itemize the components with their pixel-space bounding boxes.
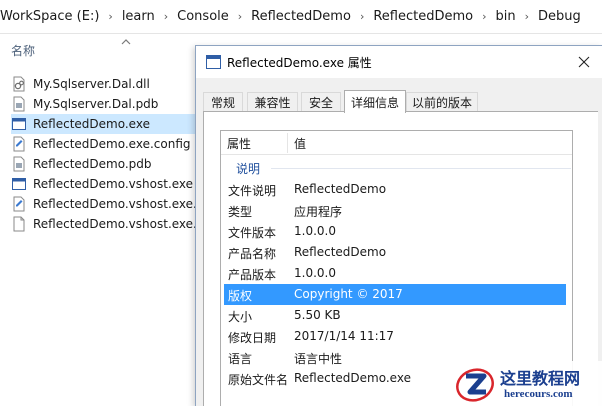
chevron-right-icon[interactable]: › bbox=[482, 10, 486, 23]
property-value: 应用程序 bbox=[294, 205, 343, 219]
property-name: 版权 bbox=[228, 289, 253, 303]
exe-file-icon bbox=[12, 178, 26, 190]
property-row[interactable]: 文件说明 ReflectedDemo bbox=[224, 179, 566, 200]
file-item[interactable]: ReflectedDemo.vshost.exe.co bbox=[11, 194, 215, 214]
tab-general[interactable]: 常规 bbox=[203, 92, 243, 112]
column-header-value[interactable]: 值 bbox=[294, 135, 306, 152]
breadcrumb-item-drive[interactable]: WorkSpace (E:) bbox=[0, 9, 99, 24]
watermark: 这里教程网 herecours.com bbox=[452, 361, 602, 406]
file-name: ReflectedDemo.pdb bbox=[33, 157, 152, 171]
watermark-name: 这里教程网 bbox=[500, 369, 581, 388]
file-item[interactable]: My.Sqlserver.Dal.pdb bbox=[11, 94, 215, 114]
chevron-right-icon[interactable]: › bbox=[164, 10, 168, 23]
chevron-right-icon[interactable]: › bbox=[238, 10, 242, 23]
property-row[interactable]: 文件版本 1.0.0.0 bbox=[224, 221, 566, 242]
property-value: 语言中性 bbox=[294, 352, 343, 366]
file-item-selected[interactable]: ReflectedDemo.exe bbox=[11, 114, 215, 134]
property-row-selected[interactable]: 版权 Copyright © 2017 bbox=[224, 284, 566, 305]
column-divider[interactable] bbox=[287, 133, 288, 153]
property-value: 5.50 KB bbox=[294, 308, 341, 322]
file-name: ReflectedDemo.vshost.exe.m bbox=[33, 217, 209, 231]
property-name: 文件说明 bbox=[228, 184, 277, 198]
column-header-name[interactable]: 名称 bbox=[11, 42, 35, 59]
tab-bar: 常规 兼容性 安全 详细信息 以前的版本 bbox=[203, 90, 593, 113]
property-value: ReflectedDemo bbox=[294, 245, 387, 259]
file-item[interactable]: ReflectedDemo.vshost.exe.m bbox=[11, 214, 215, 234]
group-divider bbox=[271, 168, 571, 169]
file-item[interactable]: ReflectedDemo.pdb bbox=[11, 154, 215, 174]
file-item[interactable]: My.Sqlserver.Dal.dll bbox=[11, 74, 215, 94]
file-name: ReflectedDemo.vshost.exe.co bbox=[33, 197, 211, 211]
watermark-site: herecours.com bbox=[504, 388, 573, 400]
property-value: ReflectedDemo bbox=[294, 182, 387, 196]
property-name: 类型 bbox=[228, 205, 253, 219]
chevron-up-icon[interactable] bbox=[120, 37, 132, 47]
file-icon bbox=[13, 216, 25, 232]
property-row[interactable]: 修改日期 2017/1/14 11:17 bbox=[224, 326, 566, 347]
group-label: 说明 bbox=[236, 162, 261, 176]
property-name: 大小 bbox=[228, 310, 253, 324]
file-name: My.Sqlserver.Dal.pdb bbox=[33, 97, 159, 111]
property-value: 1.0.0.0 bbox=[294, 224, 336, 238]
file-item[interactable]: ReflectedDemo.exe.config bbox=[11, 134, 215, 154]
property-row[interactable]: 类型 应用程序 bbox=[224, 200, 566, 221]
property-row[interactable]: 产品版本 1.0.0.0 bbox=[224, 263, 566, 284]
tab-security[interactable]: 安全 bbox=[301, 92, 341, 112]
property-name: 产品名称 bbox=[228, 247, 277, 261]
chevron-right-icon[interactable]: › bbox=[360, 10, 364, 23]
tab-compatibility[interactable]: 兼容性 bbox=[247, 92, 298, 112]
property-value: 1.0.0.0 bbox=[294, 266, 336, 280]
breadcrumb-item-bin[interactable]: bin bbox=[496, 9, 516, 24]
property-row[interactable]: 大小 5.50 KB bbox=[224, 305, 566, 326]
dialog-title: ReflectedDemo.exe 属性 bbox=[227, 56, 372, 70]
property-name: 文件版本 bbox=[228, 226, 277, 240]
config-file-icon bbox=[13, 136, 25, 152]
dialog-titlebar[interactable]: ReflectedDemo.exe 属性 bbox=[196, 46, 602, 78]
property-value: ReflectedDemo.exe bbox=[294, 371, 411, 385]
breadcrumb-item-debug[interactable]: Debug bbox=[538, 9, 581, 24]
breadcrumb-item-project[interactable]: ReflectedDemo bbox=[373, 9, 473, 24]
file-item[interactable]: ReflectedDemo.vshost.exe bbox=[11, 174, 215, 194]
property-name: 产品版本 bbox=[228, 268, 277, 282]
property-name: 语言 bbox=[228, 352, 253, 366]
column-header-property[interactable]: 属性 bbox=[227, 135, 251, 152]
tab-previous-versions[interactable]: 以前的版本 bbox=[406, 92, 478, 112]
chevron-right-icon[interactable]: › bbox=[525, 10, 529, 23]
list-header: 属性 值 bbox=[221, 131, 572, 155]
tab-details[interactable]: 详细信息 bbox=[344, 90, 406, 113]
watermark-logo-icon bbox=[456, 368, 494, 402]
property-name: 原始文件名 bbox=[228, 373, 289, 387]
property-row[interactable]: 产品名称 ReflectedDemo bbox=[224, 242, 566, 263]
file-name: ReflectedDemo.exe bbox=[33, 117, 150, 131]
breadcrumb-item-solution[interactable]: ReflectedDemo bbox=[251, 9, 351, 24]
file-name: ReflectedDemo.vshost.exe bbox=[33, 177, 194, 191]
file-name: ReflectedDemo.exe.config bbox=[33, 137, 191, 151]
exe-file-icon bbox=[12, 118, 26, 130]
properties-dialog: ReflectedDemo.exe 属性 常规 兼容性 安全 详细信息 以前的版… bbox=[195, 45, 602, 406]
chevron-right-icon[interactable]: › bbox=[108, 10, 112, 23]
close-button[interactable] bbox=[574, 52, 594, 72]
file-name: My.Sqlserver.Dal.dll bbox=[33, 77, 150, 91]
property-value: Copyright © 2017 bbox=[294, 287, 403, 301]
pdb-file-icon bbox=[13, 156, 25, 172]
config-file-icon bbox=[13, 196, 25, 212]
dll-file-icon bbox=[13, 76, 25, 92]
property-name: 修改日期 bbox=[228, 331, 277, 345]
file-list: 名称 My.Sqlserver.Dal.dll My.Sqlserver.Dal… bbox=[0, 34, 215, 406]
close-icon bbox=[578, 56, 590, 68]
breadcrumb: WorkSpace (E:) › learn › Console › Refle… bbox=[0, 0, 602, 34]
breadcrumb-item-learn[interactable]: learn bbox=[122, 9, 155, 24]
pdb-file-icon bbox=[13, 96, 25, 112]
breadcrumb-item-console[interactable]: Console bbox=[177, 9, 229, 24]
property-value: 2017/1/14 11:17 bbox=[294, 329, 394, 343]
exe-file-icon bbox=[206, 55, 221, 69]
